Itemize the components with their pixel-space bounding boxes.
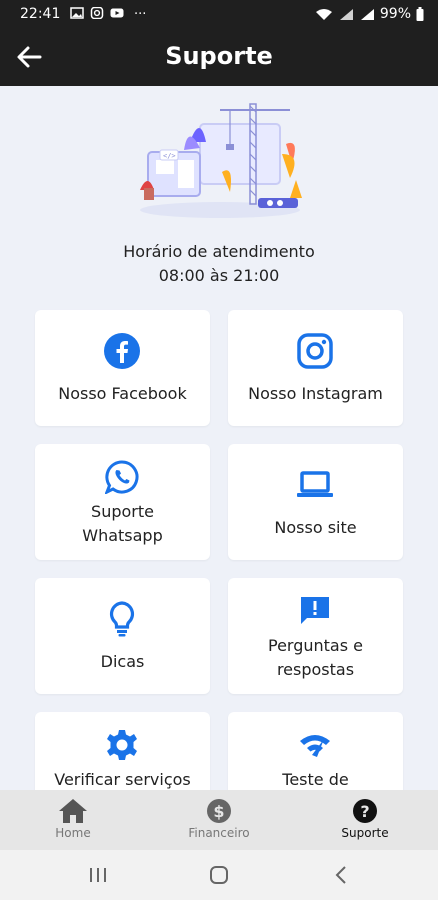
svg-text:</>: </>: [163, 152, 176, 160]
nav-home-label: Home: [55, 826, 91, 840]
check-services-label: Verificar serviços: [54, 770, 191, 789]
help-icon: ?: [353, 799, 377, 823]
youtube-notification-icon: [110, 8, 124, 18]
website-card-label: Nosso site: [274, 518, 357, 537]
tips-card-label: Dicas: [100, 652, 145, 671]
recent-apps-icon[interactable]: [86, 865, 110, 885]
nav-financeiro-label: Financeiro: [188, 826, 250, 840]
whatsapp-card[interactable]: Suporte Whatsapp: [35, 444, 210, 560]
image-notification-icon: [70, 7, 84, 19]
speed-test-label: Teste de: [282, 770, 349, 789]
nav-suporte-label: Suporte: [341, 826, 389, 840]
svg-text:?: ?: [360, 802, 369, 821]
facebook-card[interactable]: Nosso Facebook: [35, 310, 210, 426]
tips-card[interactable]: Dicas: [35, 578, 210, 694]
system-navigation: [0, 850, 438, 900]
support-hours: Horário de atendimento 08:00 às 21:00: [0, 240, 438, 288]
whatsapp-icon: [105, 460, 139, 494]
nav-suporte[interactable]: ? Suporte: [310, 798, 420, 840]
svg-text:$: $: [213, 802, 224, 821]
hours-time: 08:00 às 21:00: [158, 266, 280, 285]
instagram-card[interactable]: Nosso Instagram: [228, 310, 403, 426]
signal-icon: [339, 8, 353, 20]
instagram-card-label: Nosso Instagram: [248, 384, 383, 403]
status-bar: 22:41 ··· 99%: [0, 0, 438, 28]
gear-icon: [107, 730, 137, 760]
instagram-icon: [297, 333, 333, 369]
nav-financeiro[interactable]: $ Financeiro: [164, 798, 274, 840]
home-button-icon[interactable]: [207, 865, 231, 885]
faq-card-label: Perguntas e respostas: [268, 636, 363, 679]
system-back-icon[interactable]: [330, 865, 354, 885]
faq-card[interactable]: Perguntas e respostas: [228, 578, 403, 694]
bottom-navigation: Home $ Financeiro ? Suporte: [0, 790, 438, 850]
lightbulb-icon: [110, 601, 134, 637]
wifi-icon: [315, 8, 332, 20]
home-icon: [59, 799, 87, 823]
battery-icon: [416, 7, 424, 21]
speed-test-card[interactable]: Teste de: [228, 712, 403, 790]
support-content[interactable]: </> Horário de atendimento 08:00 às 21:0…: [0, 86, 438, 790]
feedback-icon: [301, 597, 329, 624]
status-time: 22:41: [20, 6, 61, 22]
dollar-icon: $: [207, 799, 231, 823]
support-illustration: </>: [140, 103, 302, 218]
facebook-card-label: Nosso Facebook: [58, 384, 187, 403]
website-card[interactable]: Nosso site: [228, 444, 403, 560]
check-services-card[interactable]: Verificar serviços: [35, 712, 210, 790]
hours-title: Horário de atendimento: [123, 242, 315, 261]
whatsapp-card-label: Suporte Whatsapp: [82, 502, 163, 545]
nav-home[interactable]: Home: [18, 798, 128, 840]
signal-icon-2: [360, 8, 374, 20]
battery-percent: 99%: [379, 6, 411, 22]
more-notifications: ···: [134, 7, 147, 22]
page-title: Suporte: [165, 42, 273, 70]
facebook-icon: [104, 333, 140, 369]
app-bar: Suporte: [0, 28, 438, 86]
instagram-notification-icon: [90, 7, 104, 19]
laptop-icon: [297, 471, 333, 497]
speed-test-icon: [300, 735, 330, 757]
